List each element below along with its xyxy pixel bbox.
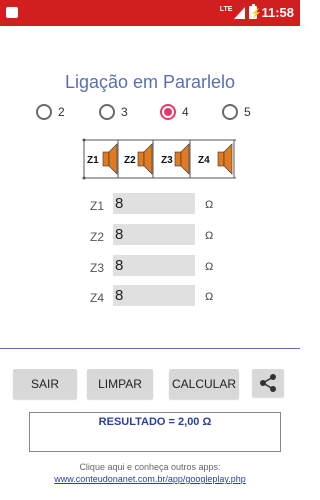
impedance-input-z3[interactable] bbox=[113, 255, 195, 276]
share-button[interactable] bbox=[252, 369, 284, 397]
impedance-row-z2: Z2 Ω bbox=[90, 224, 230, 246]
impedance-row-z3: Z3 Ω bbox=[90, 255, 230, 277]
status-indicators: LTE ⚡ 11:58 bbox=[219, 4, 294, 20]
impedance-label: Z4 bbox=[90, 291, 105, 305]
impedance-label: Z2 bbox=[90, 230, 105, 244]
network-type: LTE bbox=[219, 6, 233, 13]
clear-button[interactable]: LIMPAR bbox=[87, 369, 153, 399]
signal-icon bbox=[234, 6, 246, 19]
ohm-unit: Ω bbox=[205, 199, 214, 211]
node-dot bbox=[82, 176, 86, 180]
radio-option-2[interactable]: 2 bbox=[36, 104, 65, 120]
diagram-label-z1: Z1 bbox=[87, 155, 99, 166]
speaker-z1-icon: Z1 bbox=[87, 140, 119, 178]
footer-text: Clique aqui e conheça outros apps: bbox=[79, 462, 221, 472]
impedance-label: Z1 bbox=[90, 199, 105, 213]
speaker-z2-icon: Z2 bbox=[124, 140, 154, 178]
speaker-count-selector: 2 3 4 5 bbox=[36, 104, 276, 126]
radio-button[interactable] bbox=[99, 104, 115, 120]
calculate-button[interactable]: CALCULAR bbox=[169, 369, 239, 399]
radio-label: 5 bbox=[244, 105, 251, 119]
battery-icon: ⚡ bbox=[249, 4, 262, 19]
clock: 11:58 bbox=[261, 5, 294, 20]
notification-icon bbox=[6, 7, 18, 18]
diagram-label-z2: Z2 bbox=[124, 155, 136, 166]
footer-link[interactable]: www.conteudonanet.com.br/app/googleplay.… bbox=[0, 474, 300, 484]
result-text: RESULTADO = 2,00 Ω bbox=[98, 416, 212, 428]
impedance-input-z1[interactable] bbox=[113, 193, 195, 214]
radio-option-4[interactable]: 4 bbox=[160, 104, 189, 120]
radio-button-selected[interactable] bbox=[160, 104, 176, 120]
radio-option-3[interactable]: 3 bbox=[99, 104, 128, 120]
exit-button[interactable]: SAIR bbox=[13, 369, 77, 399]
diagram-label-z3: Z3 bbox=[161, 155, 173, 166]
share-icon bbox=[260, 374, 276, 392]
radio-label: 4 bbox=[182, 105, 189, 119]
parallel-circuit-diagram: Z1 Z2 Z3 Z4 bbox=[82, 138, 236, 180]
impedance-row-z4: Z4 Ω bbox=[90, 285, 230, 307]
radio-button[interactable] bbox=[36, 104, 52, 120]
radio-label: 2 bbox=[58, 105, 65, 119]
divider bbox=[0, 348, 300, 349]
impedance-input-z4[interactable] bbox=[113, 285, 195, 306]
speaker-z3-icon: Z3 bbox=[161, 140, 191, 178]
page-title: Ligação em Pararlelo bbox=[64, 72, 236, 92]
ohm-unit: Ω bbox=[205, 261, 214, 273]
diagram-label-z4: Z4 bbox=[198, 155, 210, 166]
status-bar: LTE ⚡ 11:58 bbox=[0, 0, 300, 26]
ohm-unit: Ω bbox=[205, 230, 214, 242]
result-box: RESULTADO = 2,00 Ω bbox=[29, 412, 281, 452]
speaker-z4-icon: Z4 bbox=[198, 140, 235, 178]
impedance-label: Z3 bbox=[90, 261, 105, 275]
radio-label: 3 bbox=[121, 105, 128, 119]
radio-option-5[interactable]: 5 bbox=[222, 104, 251, 120]
radio-button[interactable] bbox=[222, 104, 238, 120]
node-dot bbox=[82, 138, 86, 142]
impedance-input-z2[interactable] bbox=[113, 224, 195, 245]
ohm-unit: Ω bbox=[205, 291, 214, 303]
impedance-row-z1: Z1 Ω bbox=[90, 193, 230, 215]
